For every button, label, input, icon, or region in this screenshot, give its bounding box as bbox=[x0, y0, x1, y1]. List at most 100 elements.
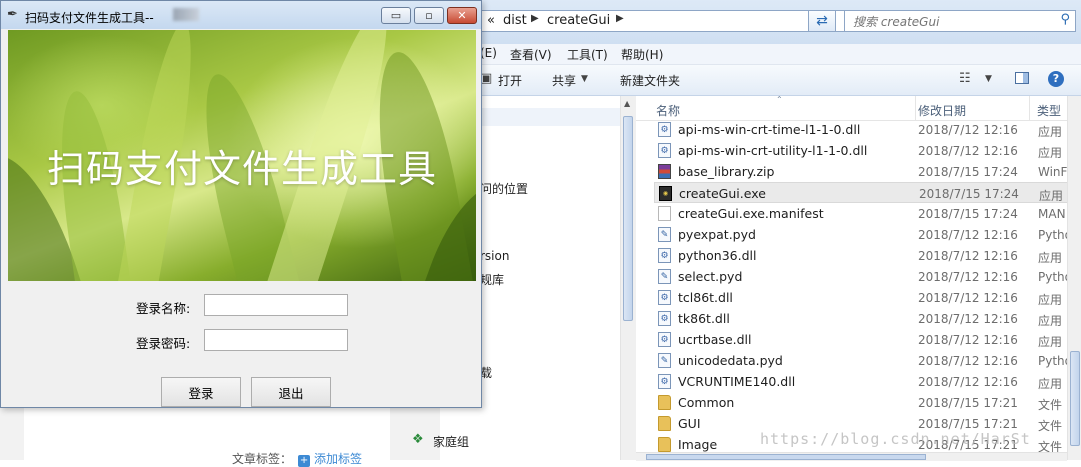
column-type[interactable]: 类型 bbox=[1037, 102, 1061, 119]
file-name[interactable]: createGui.exe bbox=[679, 186, 766, 201]
column-name[interactable]: 名称 bbox=[656, 102, 680, 119]
horizontal-scroll-thumb[interactable] bbox=[646, 454, 926, 460]
file-date: 2018/7/12 12:16 bbox=[918, 333, 1018, 347]
file-name[interactable]: VCRUNTIME140.dll bbox=[678, 374, 795, 389]
help-icon[interactable]: ? bbox=[1048, 71, 1064, 87]
file-row[interactable]: ✎ unicodedata.pyd 2018/7/12 12:16 Pytho bbox=[654, 350, 1081, 371]
zip-file-icon bbox=[658, 164, 671, 179]
file-row[interactable]: ⚙ api-ms-win-crt-utility-l1-1-0.dll 2018/7… bbox=[654, 140, 1081, 161]
search-input[interactable] bbox=[851, 12, 1055, 32]
file-row[interactable]: createGui.exe.manifest 2018/7/15 17:24 MAN bbox=[654, 203, 1081, 224]
new-folder-button[interactable]: 新建文件夹 bbox=[620, 72, 680, 89]
dll-file-icon: ⚙ bbox=[658, 122, 671, 137]
file-row[interactable]: Common 2018/7/15 17:21 文件 bbox=[654, 392, 1081, 413]
column-divider[interactable] bbox=[915, 96, 916, 120]
menu-help[interactable]: 帮助(H) bbox=[621, 46, 663, 63]
add-tag-plus-icon[interactable]: + bbox=[298, 455, 311, 467]
file-type: 应用 bbox=[1038, 251, 1063, 265]
file-name[interactable]: Common bbox=[678, 395, 734, 410]
watermark: https://blog.csdn.net/HarSt bbox=[760, 430, 1031, 448]
view-dropdown-icon[interactable]: ▼ bbox=[985, 74, 992, 84]
column-date[interactable]: 修改日期 bbox=[918, 102, 966, 119]
file-list-scrollbar[interactable] bbox=[1067, 96, 1081, 460]
file-scroll-thumb[interactable] bbox=[1070, 351, 1080, 446]
menu-tools[interactable]: 工具(T) bbox=[567, 46, 608, 63]
exe-file-icon: ◉ bbox=[659, 186, 672, 201]
username-input[interactable] bbox=[204, 294, 348, 316]
breadcrumb-separator-icon[interactable]: ▶ bbox=[531, 13, 539, 24]
menu-edit[interactable]: (E) bbox=[480, 46, 497, 60]
file-row[interactable]: ⚙ api-ms-win-crt-time-l1-1-0.dll 2018/7/12… bbox=[654, 119, 1081, 140]
nav-item-recent-places[interactable]: 问的位置 bbox=[480, 180, 528, 197]
file-name[interactable]: pyexpat.pyd bbox=[678, 227, 756, 242]
close-icon: ✕ bbox=[457, 9, 467, 22]
file-row[interactable]: ✎ select.pyd 2018/7/12 12:16 Pytho bbox=[654, 266, 1081, 287]
dll-file-icon: ⚙ bbox=[658, 374, 671, 389]
blog-tags-row: 文章标签： + 添加标签 bbox=[232, 450, 362, 467]
nav-item-video-library[interactable]: 规库 bbox=[480, 271, 504, 288]
add-tag-link[interactable]: 添加标签 bbox=[314, 452, 362, 466]
minimize-icon: ▭ bbox=[390, 9, 402, 22]
file-type: 应用 bbox=[1038, 377, 1063, 391]
file-row[interactable]: ⚙ VCRUNTIME140.dll 2018/7/12 12:16 应用 bbox=[654, 371, 1081, 392]
maximize-button[interactable]: ▫ bbox=[414, 7, 444, 24]
file-name[interactable]: Image bbox=[678, 437, 717, 452]
login-button[interactable]: 登录 bbox=[161, 377, 241, 407]
menu-view[interactable]: 查看(V) bbox=[510, 46, 552, 63]
file-name[interactable]: unicodedata.pyd bbox=[678, 353, 783, 368]
title-bar[interactable]: ✒ 扫码支付文件生成工具-- ▭ ▫ ✕ bbox=[1, 1, 481, 29]
minimize-button[interactable]: ▭ bbox=[381, 7, 411, 24]
exit-button[interactable]: 退出 bbox=[251, 377, 331, 407]
file-name[interactable]: select.pyd bbox=[678, 269, 742, 284]
nav-scroll-thumb[interactable] bbox=[623, 116, 633, 321]
file-name[interactable]: tcl86t.dll bbox=[678, 290, 733, 305]
nav-item-subversion[interactable]: rsion bbox=[480, 249, 509, 263]
refresh-button[interactable]: ⇄ bbox=[808, 10, 836, 32]
menu-bar: (E) 查看(V) 工具(T) 帮助(H) bbox=[440, 44, 1081, 65]
search-icon[interactable]: ⚲ bbox=[1060, 12, 1070, 27]
share-dropdown-icon[interactable]: ▼ bbox=[581, 74, 588, 84]
view-options-icon[interactable]: ☷ bbox=[959, 71, 971, 86]
banner-title: 扫码支付文件生成工具 bbox=[46, 147, 437, 191]
file-row[interactable]: ⚙ python36.dll 2018/7/12 12:16 应用 bbox=[654, 245, 1081, 266]
scroll-up-icon[interactable]: ▲ bbox=[624, 99, 630, 108]
nav-scrollbar[interactable]: ▲ bbox=[620, 96, 636, 460]
file-row[interactable]: ⚙ ucrtbase.dll 2018/7/12 12:16 应用 bbox=[654, 329, 1081, 350]
manifest-file-icon bbox=[658, 206, 671, 221]
file-name[interactable]: api-ms-win-crt-time-l1-1-0.dll bbox=[678, 122, 860, 137]
address-bar-area: « dist ▶ createGui ▶ ▼ ⇄ ⚲ bbox=[440, 0, 1081, 45]
close-button[interactable]: ✕ bbox=[447, 7, 477, 24]
file-row[interactable]: ✎ pyexpat.pyd 2018/7/12 12:16 Pytho bbox=[654, 224, 1081, 245]
file-date: 2018/7/15 17:24 bbox=[918, 207, 1018, 221]
file-name[interactable]: base_library.zip bbox=[678, 164, 774, 179]
breadcrumb-dist[interactable]: dist bbox=[503, 13, 527, 28]
file-row[interactable]: base_library.zip 2018/7/15 17:24 WinF bbox=[654, 161, 1081, 182]
password-input[interactable] bbox=[204, 329, 348, 351]
dll-file-icon: ⚙ bbox=[658, 248, 671, 263]
breadcrumb-creategui[interactable]: createGui bbox=[547, 13, 610, 28]
banner-image: 扫码支付文件生成工具 bbox=[8, 30, 476, 281]
preview-pane-icon[interactable] bbox=[1015, 72, 1029, 84]
command-toolbar: ▣ 打开 共享 ▼ 新建文件夹 ☷ ▼ ? bbox=[440, 65, 1081, 96]
file-type: 应用 bbox=[1038, 125, 1063, 139]
pyd-file-icon: ✎ bbox=[658, 353, 671, 368]
nav-item-homegroup[interactable]: ❖ 家庭组 bbox=[412, 432, 469, 450]
open-button[interactable]: 打开 bbox=[498, 72, 522, 89]
file-name[interactable]: GUI bbox=[678, 416, 701, 431]
file-row[interactable]: ⚙ tk86t.dll 2018/7/12 12:16 应用 bbox=[654, 308, 1081, 329]
file-name[interactable]: ucrtbase.dll bbox=[678, 332, 752, 347]
file-name[interactable]: tk86t.dll bbox=[678, 311, 730, 326]
file-row[interactable]: ◉ createGui.exe 2018/7/15 17:24 应用 bbox=[654, 182, 1081, 203]
search-box[interactable]: ⚲ bbox=[844, 10, 1076, 32]
file-name[interactable]: python36.dll bbox=[678, 248, 757, 263]
column-headers: ⌃ 名称 修改日期 类型 bbox=[636, 95, 1081, 121]
column-divider[interactable] bbox=[1029, 96, 1030, 120]
file-date: 2018/7/12 12:16 bbox=[918, 144, 1018, 158]
file-row[interactable]: ⚙ tcl86t.dll 2018/7/12 12:16 应用 bbox=[654, 287, 1081, 308]
share-button[interactable]: 共享 bbox=[552, 72, 576, 89]
file-date: 2018/7/12 12:16 bbox=[918, 270, 1018, 284]
file-name[interactable]: createGui.exe.manifest bbox=[678, 206, 824, 221]
breadcrumb-separator-icon[interactable]: ▶ bbox=[616, 13, 624, 24]
breadcrumb-overflow[interactable]: « bbox=[487, 13, 495, 28]
file-name[interactable]: api-ms-win-crt-utility-l1-1-0.dll bbox=[678, 143, 867, 158]
